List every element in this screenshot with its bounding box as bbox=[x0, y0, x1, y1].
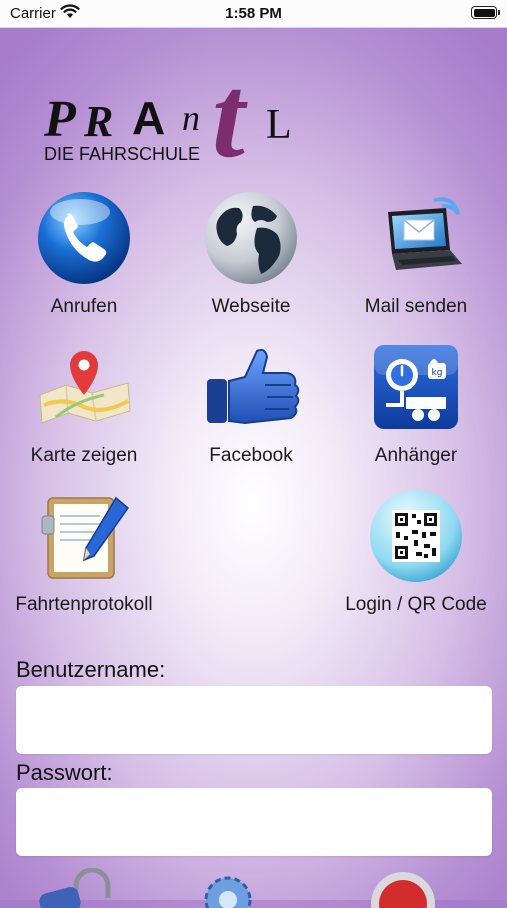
map-pin-icon bbox=[39, 351, 131, 424]
logo-letter-n: n bbox=[182, 98, 200, 138]
send-mail-label: Mail senden bbox=[364, 296, 468, 317]
send-mail-button[interactable]: Mail senden bbox=[341, 188, 491, 318]
facebook-button[interactable]: Facebook bbox=[176, 337, 326, 467]
logo-letter-a: A bbox=[132, 92, 165, 144]
trip-log-label: Fahrtenprotokoll bbox=[15, 594, 153, 615]
username-label: Benutzername: bbox=[16, 657, 166, 682]
show-map-button[interactable]: Karte zeigen bbox=[9, 337, 159, 467]
thumbs-up-icon bbox=[207, 348, 300, 425]
lock-icon[interactable] bbox=[36, 868, 120, 908]
trip-log-button[interactable]: Fahrtenprotokoll bbox=[9, 486, 159, 616]
facebook-label: Facebook bbox=[209, 445, 293, 466]
clipboard-pen-icon bbox=[41, 496, 130, 579]
login-qr-label: Login / QR Code bbox=[345, 594, 487, 615]
website-button[interactable]: Webseite bbox=[176, 188, 326, 318]
mail-laptop-icon bbox=[388, 197, 462, 270]
battery-icon bbox=[471, 6, 500, 19]
qr-code-icon bbox=[370, 490, 462, 582]
status-bar: Carrier 1:58 PM bbox=[0, 0, 507, 28]
password-label: Passwort: bbox=[16, 760, 113, 785]
status-time: 1:58 PM bbox=[225, 5, 282, 22]
settings-gear-icon[interactable] bbox=[198, 868, 258, 908]
call-button[interactable]: Anrufen bbox=[9, 188, 159, 318]
logo-letter-p: P bbox=[43, 91, 77, 148]
trailer-label: Anhänger bbox=[374, 445, 458, 466]
website-label: Webseite bbox=[211, 296, 291, 317]
login-qr-button[interactable]: Login / QR Code bbox=[341, 486, 491, 616]
svg-text:kg: kg bbox=[432, 368, 443, 378]
power-button-icon[interactable] bbox=[368, 868, 438, 908]
prantl-logo: P R A n t L DIE FAHRSCHULE bbox=[43, 51, 292, 166]
logo-letter-l: L bbox=[266, 102, 292, 148]
phone-icon bbox=[38, 192, 130, 284]
username-input[interactable] bbox=[16, 686, 492, 754]
logo-letter-t: t bbox=[212, 51, 248, 166]
logo-subtitle: DIE FAHRSCHULE bbox=[44, 144, 200, 164]
logo-letter-r: R bbox=[83, 97, 113, 146]
globe-icon bbox=[205, 192, 297, 284]
trailer-icon: kg bbox=[374, 345, 458, 429]
call-label: Anrufen bbox=[50, 296, 118, 317]
password-input[interactable] bbox=[16, 788, 492, 856]
trailer-button[interactable]: kg Anhänger bbox=[341, 337, 491, 467]
show-map-label: Karte zeigen bbox=[30, 445, 138, 466]
